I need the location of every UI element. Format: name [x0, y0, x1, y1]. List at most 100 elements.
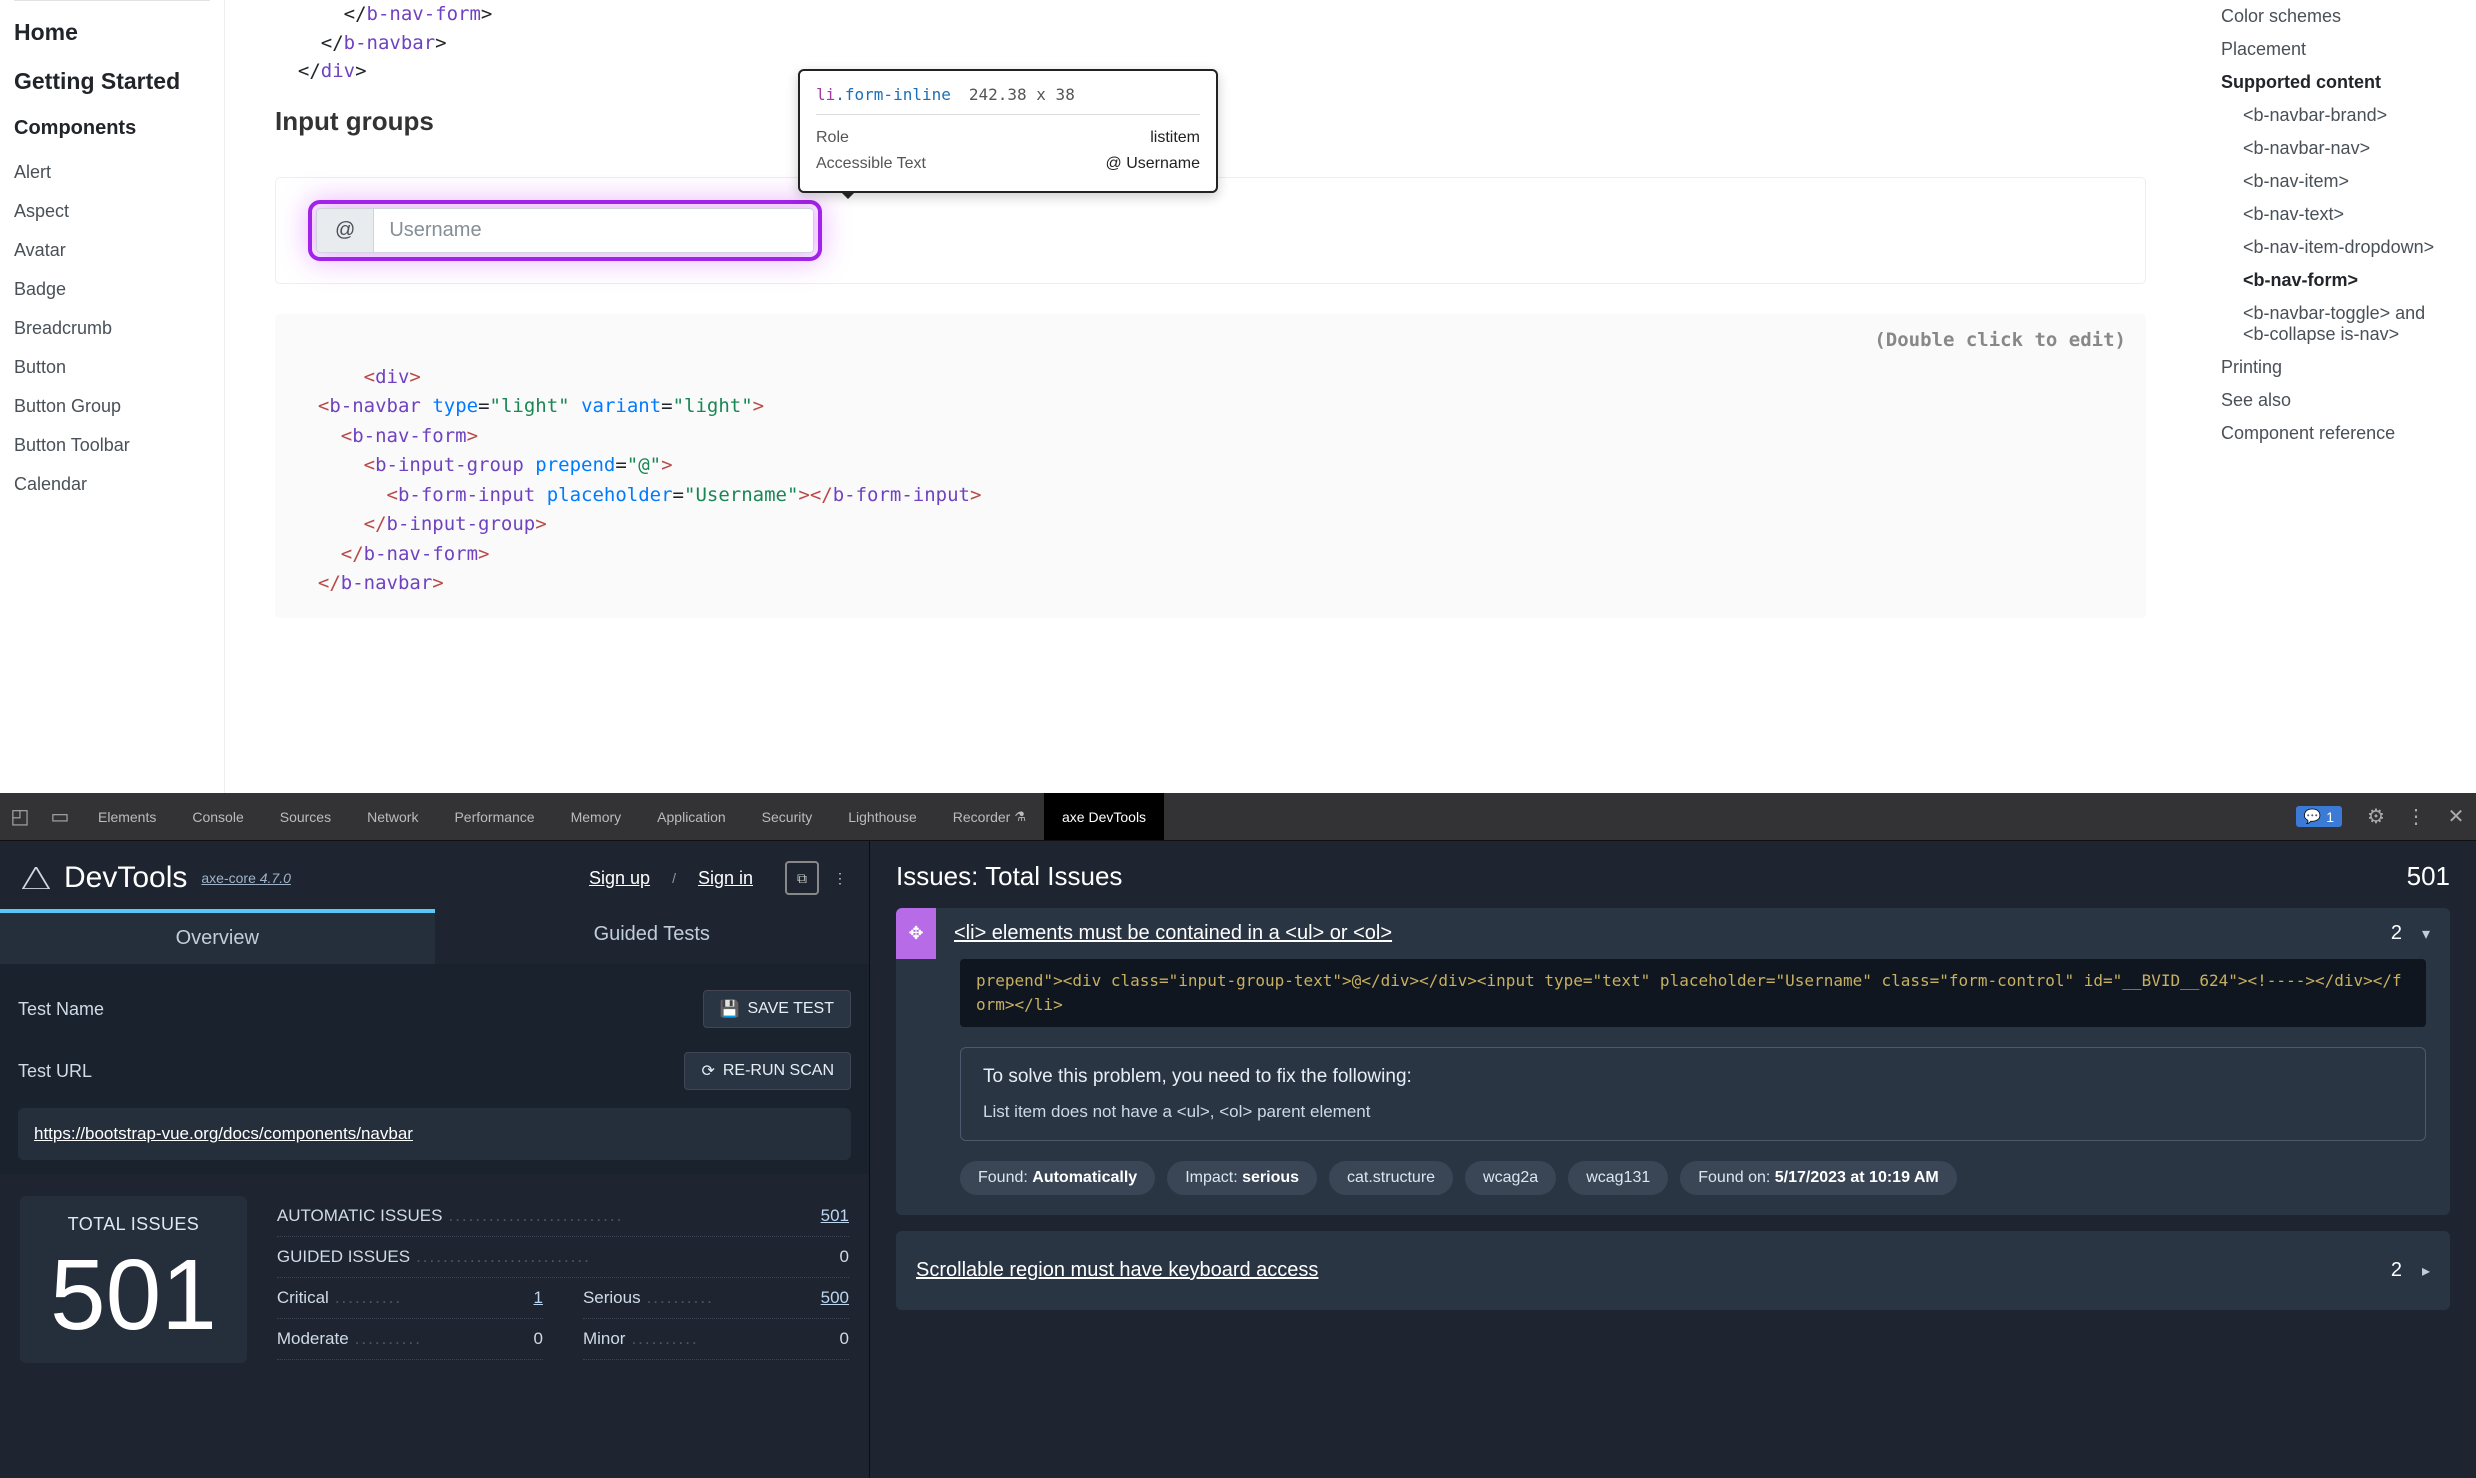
issue-count: 2 [2371, 1259, 2422, 1282]
subtab-guided[interactable]: Guided Tests [435, 909, 870, 964]
tooltip-element: li [816, 85, 835, 104]
minor-count: 0 [840, 1329, 849, 1349]
sidebar-item-button-group[interactable]: Button Group [14, 396, 210, 417]
fix-title: To solve this problem, you need to fix t… [983, 1066, 2403, 1088]
toc-item[interactable]: Supported content [2221, 66, 2456, 99]
tab-lighthouse[interactable]: Lighthouse [830, 793, 935, 840]
code-example[interactable]: (Double click to edit)<div> <b-navbar ty… [275, 314, 2146, 619]
total-issues-label: TOTAL ISSUES [50, 1214, 217, 1235]
nav-getting-started[interactable]: Getting Started [14, 68, 210, 95]
toc-item[interactable]: <b-nav-text> [2221, 198, 2456, 231]
devtools-panel: ◰ ▭ ElementsConsoleSourcesNetworkPerform… [0, 793, 2476, 1478]
issue-title-link[interactable]: Scrollable region must have keyboard acc… [916, 1245, 2371, 1296]
tooltip-class: .form-inline [835, 85, 951, 104]
critical-label: Critical [277, 1288, 329, 1308]
tab-network[interactable]: Network [349, 793, 436, 840]
tab-sources[interactable]: Sources [262, 793, 349, 840]
copy-icon[interactable]: ⧉ [785, 861, 819, 895]
sidebar-item-avatar[interactable]: Avatar [14, 240, 210, 261]
toc-item[interactable]: See also [2221, 384, 2456, 417]
guided-issues-label: GUIDED ISSUES [277, 1247, 410, 1267]
fix-detail: List item does not have a <ul>, <ol> par… [983, 1102, 2403, 1122]
username-input-group: @ [316, 208, 814, 253]
tab-performance[interactable]: Performance [436, 793, 552, 840]
refresh-icon: ⟳ [701, 1061, 714, 1081]
tab-application[interactable]: Application [639, 793, 744, 840]
devtools-tabs: ◰ ▭ ElementsConsoleSourcesNetworkPerform… [0, 793, 2476, 841]
critical-count[interactable]: 1 [533, 1288, 542, 1308]
sidebar-item-aspect[interactable]: Aspect [14, 201, 210, 222]
axe-logo-icon [22, 867, 50, 889]
sidebar-item-badge[interactable]: Badge [14, 279, 210, 300]
username-input[interactable] [373, 208, 814, 253]
save-icon: 💾 [720, 999, 740, 1019]
sidebar-item-button[interactable]: Button [14, 357, 210, 378]
gear-icon[interactable]: ⚙ [2356, 804, 2396, 829]
issue-drag-handle[interactable]: ✥ [896, 908, 936, 959]
automatic-issues-count[interactable]: 501 [821, 1206, 849, 1226]
toc-item[interactable]: <b-navbar-toggle> and <b-collapse is-nav… [2221, 297, 2456, 351]
total-issues-number: 501 [50, 1245, 217, 1345]
issues-badge[interactable]: 💬1 [2296, 806, 2342, 827]
toc-item[interactable]: <b-navbar-nav> [2221, 132, 2456, 165]
element-inspector-tooltip: li.form-inline242.38 x 38 Rolelistitem A… [798, 69, 1218, 193]
input-prepend-at: @ [316, 208, 373, 253]
chevron-right-icon[interactable]: ▸ [2422, 1261, 2450, 1281]
pill-cat: cat.structure [1329, 1161, 1453, 1195]
kebab-menu-icon[interactable]: ⋮ [2396, 804, 2436, 829]
toc-item[interactable]: Placement [2221, 33, 2456, 66]
save-test-button[interactable]: 💾SAVE TEST [703, 990, 851, 1028]
inspect-icon[interactable]: ◰ [0, 804, 40, 829]
issues-breakdown: AUTOMATIC ISSUES........................… [277, 1196, 849, 1363]
tooltip-a11y-label: Accessible Text [816, 155, 926, 173]
toc-item[interactable]: <b-nav-item> [2221, 165, 2456, 198]
tab-axe-devtools[interactable]: axe DevTools [1044, 793, 1164, 840]
tab-elements[interactable]: Elements [80, 793, 174, 840]
guided-issues-count: 0 [840, 1247, 849, 1267]
test-name-label: Test Name [18, 999, 104, 1020]
toc-item[interactable]: <b-nav-form> [2221, 264, 2456, 297]
axe-issues-panel: Issues: Total Issues 501 ✥ <li> elements… [870, 841, 2476, 1478]
sidebar-item-breadcrumb[interactable]: Breadcrumb [14, 318, 210, 339]
device-toggle-icon[interactable]: ▭ [40, 804, 80, 829]
sidebar-item-calendar[interactable]: Calendar [14, 474, 210, 495]
tab-security[interactable]: Security [744, 793, 831, 840]
toc-item[interactable]: <b-nav-item-dropdown> [2221, 231, 2456, 264]
axe-brand: DevTools [64, 861, 187, 895]
close-icon[interactable]: ✕ [2436, 804, 2476, 829]
tab-console[interactable]: Console [174, 793, 261, 840]
issue-2: Scrollable region must have keyboard acc… [896, 1231, 2450, 1310]
signup-link[interactable]: Sign up [589, 868, 650, 889]
pill-impact: Impact: serious [1167, 1161, 1317, 1195]
issue-fix-box: To solve this problem, you need to fix t… [960, 1047, 2426, 1141]
axe-kebab-icon[interactable]: ⋮ [833, 870, 847, 887]
signin-link[interactable]: Sign in [698, 868, 753, 889]
test-url-value[interactable]: https://bootstrap-vue.org/docs/component… [34, 1124, 413, 1143]
tab-memory[interactable]: Memory [553, 793, 640, 840]
moderate-label: Moderate [277, 1329, 349, 1349]
badge-count: 1 [2326, 809, 2334, 825]
toc-item[interactable]: Printing [2221, 351, 2456, 384]
axe-version-link[interactable]: axe-core 4.7.0 [201, 870, 291, 886]
toc-item[interactable]: <b-navbar-brand> [2221, 99, 2456, 132]
toc-item[interactable]: Component reference [2221, 417, 2456, 450]
minor-label: Minor [583, 1329, 626, 1349]
issue-count: 2 [2371, 922, 2422, 945]
automatic-issues-label: AUTOMATIC ISSUES [277, 1206, 443, 1226]
doc-main: </b-nav-form> </b-navbar> </div> Input g… [225, 0, 2196, 793]
chevron-down-icon[interactable]: ▾ [2422, 924, 2450, 944]
issue-title-link[interactable]: <li> elements must be contained in a <ul… [936, 908, 2371, 959]
toc-item[interactable]: Color schemes [2221, 0, 2456, 33]
pill-found: Found: Automatically [960, 1161, 1155, 1195]
subtab-overview[interactable]: Overview [0, 909, 435, 964]
tab-recorder[interactable]: Recorder⚗ [935, 793, 1044, 840]
test-url-label: Test URL [18, 1061, 92, 1082]
sidebar-divider [14, 0, 210, 1]
nav-home[interactable]: Home [14, 19, 210, 46]
axe-left-panel: DevTools axe-core 4.7.0 Sign up / Sign i… [0, 841, 870, 1478]
serious-count[interactable]: 500 [821, 1288, 849, 1308]
rerun-scan-button[interactable]: ⟳RE-RUN SCAN [684, 1052, 851, 1090]
sidebar-item-button-toolbar[interactable]: Button Toolbar [14, 435, 210, 456]
sidebar-item-alert[interactable]: Alert [14, 162, 210, 183]
toc-sidebar-right: Color schemesPlacementSupported content<… [2196, 0, 2476, 793]
